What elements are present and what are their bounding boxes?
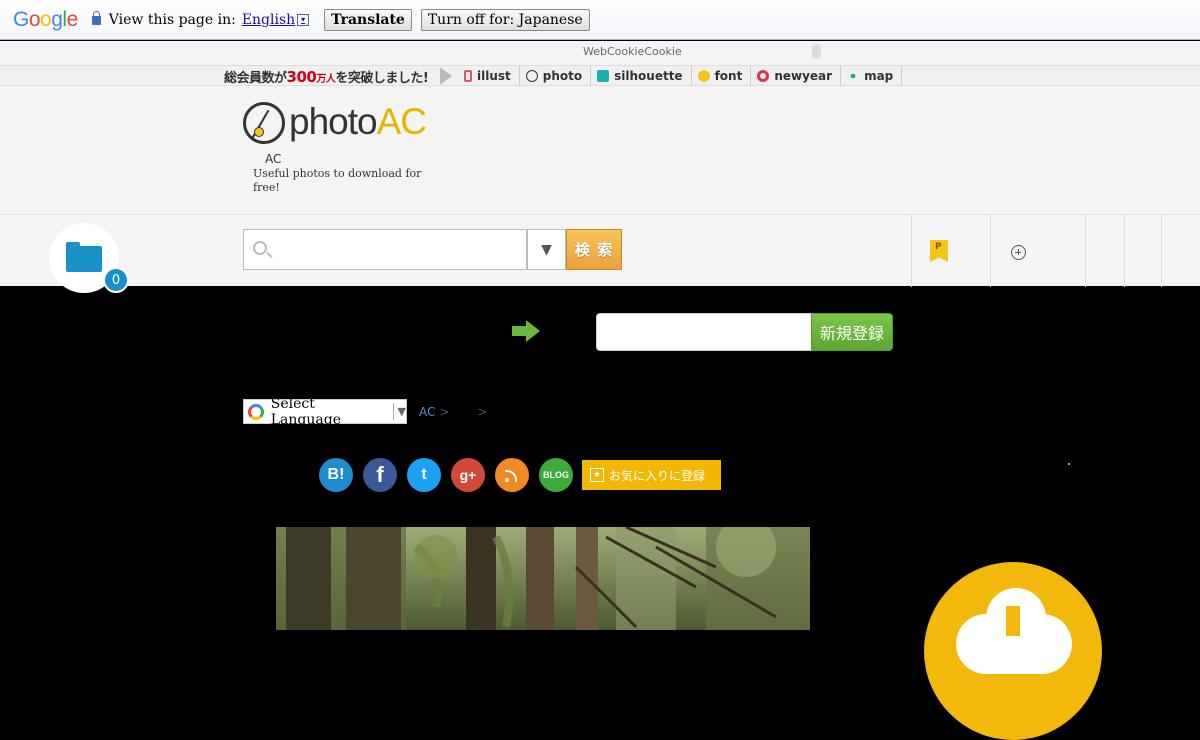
blog-button[interactable]: BLOG (539, 458, 573, 492)
photoac-logo-icon[interactable] (243, 102, 285, 144)
breadcrumb: AC > > (419, 405, 488, 419)
search-button[interactable]: 検 索 (566, 229, 622, 270)
site-logo[interactable]: photoAC (289, 101, 427, 143)
site-header: photoAC AC Useful photos to download for… (0, 86, 1200, 214)
network-link-silhouette[interactable]: silhouette (591, 66, 692, 86)
googleplus-share-button[interactable]: g+ (451, 458, 485, 492)
nav-divider (990, 215, 991, 287)
site-tagline: Useful photos to download for free! (253, 167, 422, 194)
search-box[interactable] (243, 229, 527, 270)
nav-divider (1124, 215, 1125, 287)
newyear-icon (757, 70, 770, 82)
facebook-share-button[interactable]: f (363, 458, 397, 492)
map-icon (847, 70, 860, 82)
rss-button[interactable] (495, 458, 529, 492)
nav-divider (1085, 215, 1086, 287)
breadcrumb-home[interactable]: AC (419, 405, 435, 419)
cookie-notice: WebCookieCookie (0, 41, 1200, 65)
arrow-right-icon (440, 67, 452, 85)
network-links: illust photo silhouette font newyear map (458, 66, 903, 86)
chevron-down-icon: ▾ (297, 13, 310, 26)
download-arrow-icon (1006, 606, 1020, 636)
turn-off-translate-button[interactable]: Turn off for: Japanese (420, 8, 590, 31)
download-button[interactable] (924, 562, 1102, 740)
search-icon (253, 241, 267, 255)
font-icon (697, 70, 710, 82)
decorative-dot (1068, 463, 1070, 465)
ac-network-bar: 総会員数が300万人を突破しました! illust photo silhouet… (0, 65, 1200, 86)
search-input[interactable] (278, 238, 518, 262)
chevron-down-icon: ▼ (397, 405, 406, 418)
photo-icon (525, 70, 538, 82)
rss-icon (505, 468, 519, 482)
network-link-photo[interactable]: photo (520, 66, 592, 86)
translate-prompt: View this page in: (108, 11, 236, 28)
divider (392, 403, 394, 420)
network-link-newyear[interactable]: newyear (751, 66, 842, 86)
language-select-label: Select Language (270, 395, 341, 428)
silhouette-icon (597, 70, 610, 82)
add-favorite-label: お気に入りに登録 (609, 468, 706, 483)
forest-photo[interactable] (276, 527, 810, 630)
forest-photo-image (276, 527, 810, 630)
search-nav-row: ▼ 検 索 P (0, 214, 1200, 287)
signup-button[interactable]: 新規登録 (811, 313, 893, 351)
folder-count-badge: 0 (103, 267, 129, 293)
hatena-bookmark-button[interactable]: B! (319, 458, 353, 492)
google-logo: Google (13, 7, 78, 31)
network-link-map[interactable]: map (841, 66, 903, 86)
lock-icon (91, 11, 101, 25)
network-link-illust[interactable]: illust (458, 66, 520, 86)
add-circle-icon[interactable] (1011, 245, 1026, 260)
network-link-font[interactable]: font (692, 66, 752, 86)
signup-email-input[interactable] (596, 313, 812, 351)
cookie-close-button[interactable] (812, 44, 821, 59)
points-icon[interactable]: P (930, 240, 948, 262)
nav-divider (1161, 215, 1162, 287)
member-count-banner[interactable]: 総会員数が300万人を突破しました! (224, 67, 429, 86)
cookie-notice-text: WebCookieCookie (583, 45, 682, 58)
language-select[interactable]: Select Language ▼ (243, 396, 407, 428)
breadcrumb-separator: > (439, 405, 450, 419)
star-icon: ★ (590, 468, 604, 482)
translate-language-select[interactable]: English ▾ (241, 11, 310, 28)
twitter-share-button[interactable]: t (407, 458, 441, 492)
nav-divider (911, 215, 912, 287)
add-favorite-button[interactable]: ★ お気に入りに登録 (582, 460, 721, 490)
illust-icon (464, 70, 472, 82)
search-category-dropdown[interactable]: ▼ (527, 229, 566, 270)
translate-button[interactable]: Translate (324, 8, 412, 31)
translate-language-label: English (241, 11, 296, 28)
google-translate-bar: Google View this page in: English ▾ Tran… (0, 0, 1200, 40)
site-label: AC (265, 152, 282, 166)
arrow-right-icon (512, 320, 540, 342)
breadcrumb-separator: > (477, 405, 488, 419)
folder-icon (66, 242, 102, 272)
google-g-icon (248, 403, 264, 420)
